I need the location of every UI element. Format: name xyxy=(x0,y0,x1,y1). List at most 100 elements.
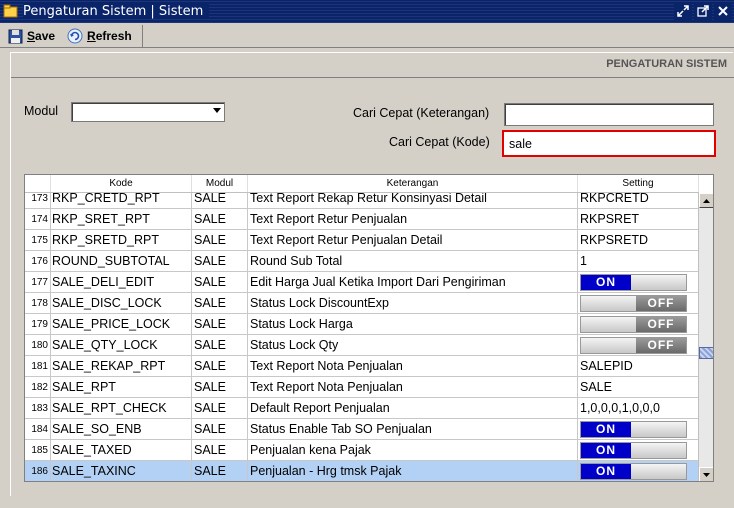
setting-toggle[interactable]: OFF xyxy=(580,295,687,312)
save-button[interactable]: Save xyxy=(2,25,61,47)
row-number: 184 xyxy=(25,419,51,439)
cari-kode-input[interactable]: sale xyxy=(502,130,716,157)
settings-grid: 173 RKP_CRETD_RPT SALE Text Report Rekap Re… xyxy=(24,174,714,482)
cell-setting[interactable]: 1 xyxy=(578,251,699,271)
cell-kode: SALE_DISC_LOCK xyxy=(51,293,192,313)
setting-toggle[interactable]: ON xyxy=(580,421,687,438)
cell-modul: SALE xyxy=(192,230,248,250)
panel-title: PENGATURAN SISTEM xyxy=(606,58,727,70)
cell-modul: SALE xyxy=(192,440,248,460)
cari-keterangan-input[interactable] xyxy=(504,103,714,126)
cell-modul: SALE xyxy=(192,398,248,418)
table-row[interactable]: 175 RKP_SRETD_RPT SALE Text Report Retur Pe… xyxy=(25,230,699,251)
col-keterangan[interactable]: Keterangan xyxy=(248,175,578,192)
table-row[interactable]: 182 SALE_RPT SALE Text Report Nota Penjuala… xyxy=(25,377,699,398)
cell-setting[interactable]: OFF xyxy=(578,314,699,334)
cell-modul: SALE xyxy=(192,314,248,334)
close-icon[interactable] xyxy=(714,2,732,20)
title-bar[interactable]: Pengaturan Sistem | Sistem xyxy=(0,0,734,23)
cell-modul: SALE xyxy=(192,209,248,229)
cell-modul: SALE xyxy=(192,293,248,313)
cell-keterangan: Penjualan kena Pajak xyxy=(248,440,578,460)
table-row[interactable]: 179 SALE_PRICE_LOCK SALE Status Lock Harga O… xyxy=(25,314,699,335)
row-number: 180 xyxy=(25,335,51,355)
modul-select[interactable] xyxy=(71,102,225,122)
cell-keterangan: Status Lock Harga xyxy=(248,314,578,334)
cell-setting[interactable]: RKPSRETD xyxy=(578,230,699,250)
row-number: 177 xyxy=(25,272,51,292)
grid-header: Kode Modul Keterangan Setting xyxy=(25,175,699,193)
cell-setting[interactable]: ON xyxy=(578,461,699,481)
table-row[interactable]: 180 SALE_QTY_LOCK SALE Status Lock Qty OFF xyxy=(25,335,699,356)
window-title: Pengaturan Sistem | Sistem xyxy=(23,4,210,19)
cell-keterangan: Text Report Retur Penjualan xyxy=(248,209,578,229)
toggle-on-label: ON xyxy=(581,275,631,290)
col-modul[interactable]: Modul xyxy=(192,175,248,192)
cell-keterangan: Status Lock Qty xyxy=(248,335,578,355)
cell-kode: SALE_RPT xyxy=(51,377,192,397)
cell-setting[interactable]: OFF xyxy=(578,335,699,355)
chevron-down-icon xyxy=(213,108,221,113)
setting-toggle[interactable]: OFF xyxy=(580,316,687,333)
vertical-scrollbar[interactable] xyxy=(698,193,713,481)
table-row[interactable]: 184 SALE_SO_ENB SALE Status Enable Tab SO P… xyxy=(25,419,699,440)
table-row[interactable]: 181 SALE_REKAP_RPT SALE Text Report Nota Pe… xyxy=(25,356,699,377)
scroll-thumb[interactable] xyxy=(699,347,713,359)
toggle-off-label: OFF xyxy=(636,296,686,311)
cell-keterangan: Penjualan - Hrg tmsk Pajak xyxy=(248,461,578,481)
table-row[interactable]: 183 SALE_RPT_CHECK SALE Default Report Penj… xyxy=(25,398,699,419)
row-number: 182 xyxy=(25,377,51,397)
row-number: 183 xyxy=(25,398,51,418)
cell-modul: SALE xyxy=(192,272,248,292)
table-row[interactable]: 176 ROUND_SUBTOTAL SALE Round Sub Total 1 xyxy=(25,251,699,272)
panel-divider xyxy=(11,77,734,78)
cell-kode: RKP_SRETD_RPT xyxy=(51,230,192,250)
cell-kode: SALE_DELI_EDIT xyxy=(51,272,192,292)
setting-toggle[interactable]: ON xyxy=(580,442,687,459)
scroll-up-button[interactable] xyxy=(699,193,713,208)
cell-setting[interactable]: ON xyxy=(578,419,699,439)
toolbar: Save Refresh xyxy=(0,24,734,48)
row-number: 185 xyxy=(25,440,51,460)
cell-kode: SALE_TAXED xyxy=(51,440,192,460)
toggle-on-label: ON xyxy=(581,422,631,437)
cell-setting[interactable]: SALE xyxy=(578,377,699,397)
table-row[interactable]: 177 SALE_DELI_EDIT SALE Edit Harga Jual Ket… xyxy=(25,272,699,293)
table-row[interactable]: 174 RKP_SRET_RPT SALE Text Report Retur Pen… xyxy=(25,209,699,230)
toggle-off-label: OFF xyxy=(636,317,686,332)
setting-toggle[interactable]: OFF xyxy=(580,337,687,354)
cell-kode: SALE_TAXINC xyxy=(51,461,192,481)
col-kode[interactable]: Kode xyxy=(51,175,192,192)
table-row[interactable]: 178 SALE_DISC_LOCK SALE Status Lock Discoun… xyxy=(25,293,699,314)
cell-keterangan: Status Lock DiscountExp xyxy=(248,293,578,313)
app-window: Pengaturan Sistem | Sistem Save Refresh xyxy=(0,0,734,508)
table-row[interactable]: 186 SALE_TAXINC SALE Penjualan - Hrg tmsk P… xyxy=(25,461,699,481)
cell-setting[interactable]: RKPSRET xyxy=(578,209,699,229)
cell-setting[interactable]: 1,0,0,0,1,0,0,0 xyxy=(578,398,699,418)
app-icon xyxy=(3,4,18,18)
toggle-on-label: ON xyxy=(581,464,631,479)
cell-setting[interactable]: SALEPID xyxy=(578,356,699,376)
cell-kode: SALE_PRICE_LOCK xyxy=(51,314,192,334)
col-setting[interactable]: Setting xyxy=(578,175,699,192)
cell-setting[interactable]: ON xyxy=(578,272,699,292)
table-row[interactable]: 185 SALE_TAXED SALE Penjualan kena Pajak ON xyxy=(25,440,699,461)
scroll-down-button[interactable] xyxy=(699,467,713,481)
restore-icon[interactable] xyxy=(674,2,692,20)
cell-setting[interactable]: OFF xyxy=(578,293,699,313)
cell-modul: SALE xyxy=(192,377,248,397)
row-number: 178 xyxy=(25,293,51,313)
maximize-icon[interactable] xyxy=(694,2,712,20)
row-number: 179 xyxy=(25,314,51,334)
setting-toggle[interactable]: ON xyxy=(580,463,687,480)
cell-keterangan: Edit Harga Jual Ketika Import Dari Pengi… xyxy=(248,272,578,292)
refresh-button[interactable]: Refresh xyxy=(61,25,138,47)
cell-keterangan: Status Enable Tab SO Penjualan xyxy=(248,419,578,439)
refresh-icon xyxy=(67,28,83,44)
setting-toggle[interactable]: ON xyxy=(580,274,687,291)
row-number: 186 xyxy=(25,461,51,481)
cell-kode: SALE_SO_ENB xyxy=(51,419,192,439)
row-number: 174 xyxy=(25,209,51,229)
cell-setting[interactable]: ON xyxy=(578,440,699,460)
cell-modul: SALE xyxy=(192,335,248,355)
